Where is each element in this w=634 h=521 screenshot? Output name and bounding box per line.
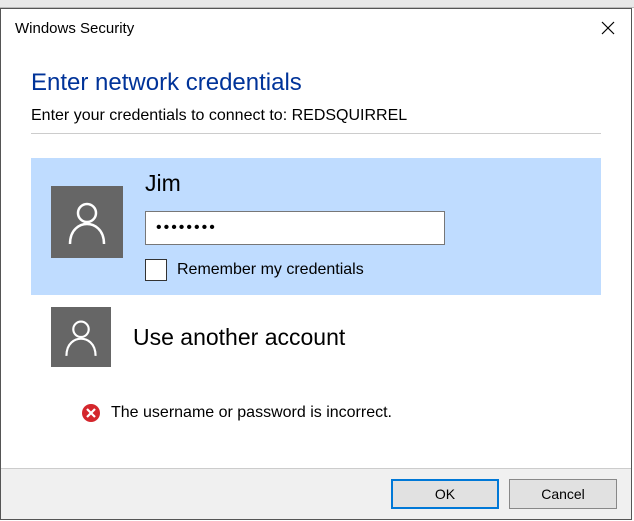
error-message: The username or password is incorrect. bbox=[111, 404, 392, 422]
password-field[interactable] bbox=[145, 211, 445, 245]
dialog-heading: Enter network credentials bbox=[31, 69, 601, 97]
titlebar: Windows Security bbox=[1, 9, 631, 45]
cancel-button[interactable]: Cancel bbox=[509, 479, 617, 509]
alternate-account-label: Use another account bbox=[133, 324, 345, 351]
error-row: The username or password is incorrect. bbox=[81, 403, 601, 423]
user-avatar-icon bbox=[51, 307, 111, 367]
remember-label: Remember my credentials bbox=[177, 261, 364, 279]
remember-row: Remember my credentials bbox=[145, 259, 589, 281]
dialog-content: Enter network credentials Enter your cre… bbox=[1, 45, 631, 423]
user-avatar-icon bbox=[51, 186, 123, 258]
close-icon[interactable] bbox=[597, 17, 619, 39]
account-row-primary[interactable]: Jim Remember my credentials bbox=[31, 158, 601, 295]
credentials-dialog: Windows Security Enter network credentia… bbox=[0, 8, 632, 520]
background-strip bbox=[0, 0, 634, 8]
window-title: Windows Security bbox=[15, 20, 134, 37]
button-bar: OK Cancel bbox=[1, 468, 631, 519]
account-fields: Jim Remember my credentials bbox=[145, 168, 589, 281]
account-row-alternate[interactable]: Use another account bbox=[31, 295, 601, 381]
ok-button[interactable]: OK bbox=[391, 479, 499, 509]
dialog-subheading: Enter your credentials to connect to: RE… bbox=[31, 107, 601, 125]
remember-checkbox[interactable] bbox=[145, 259, 167, 281]
account-username: Jim bbox=[145, 170, 589, 197]
divider bbox=[31, 133, 601, 134]
error-icon bbox=[81, 403, 101, 423]
